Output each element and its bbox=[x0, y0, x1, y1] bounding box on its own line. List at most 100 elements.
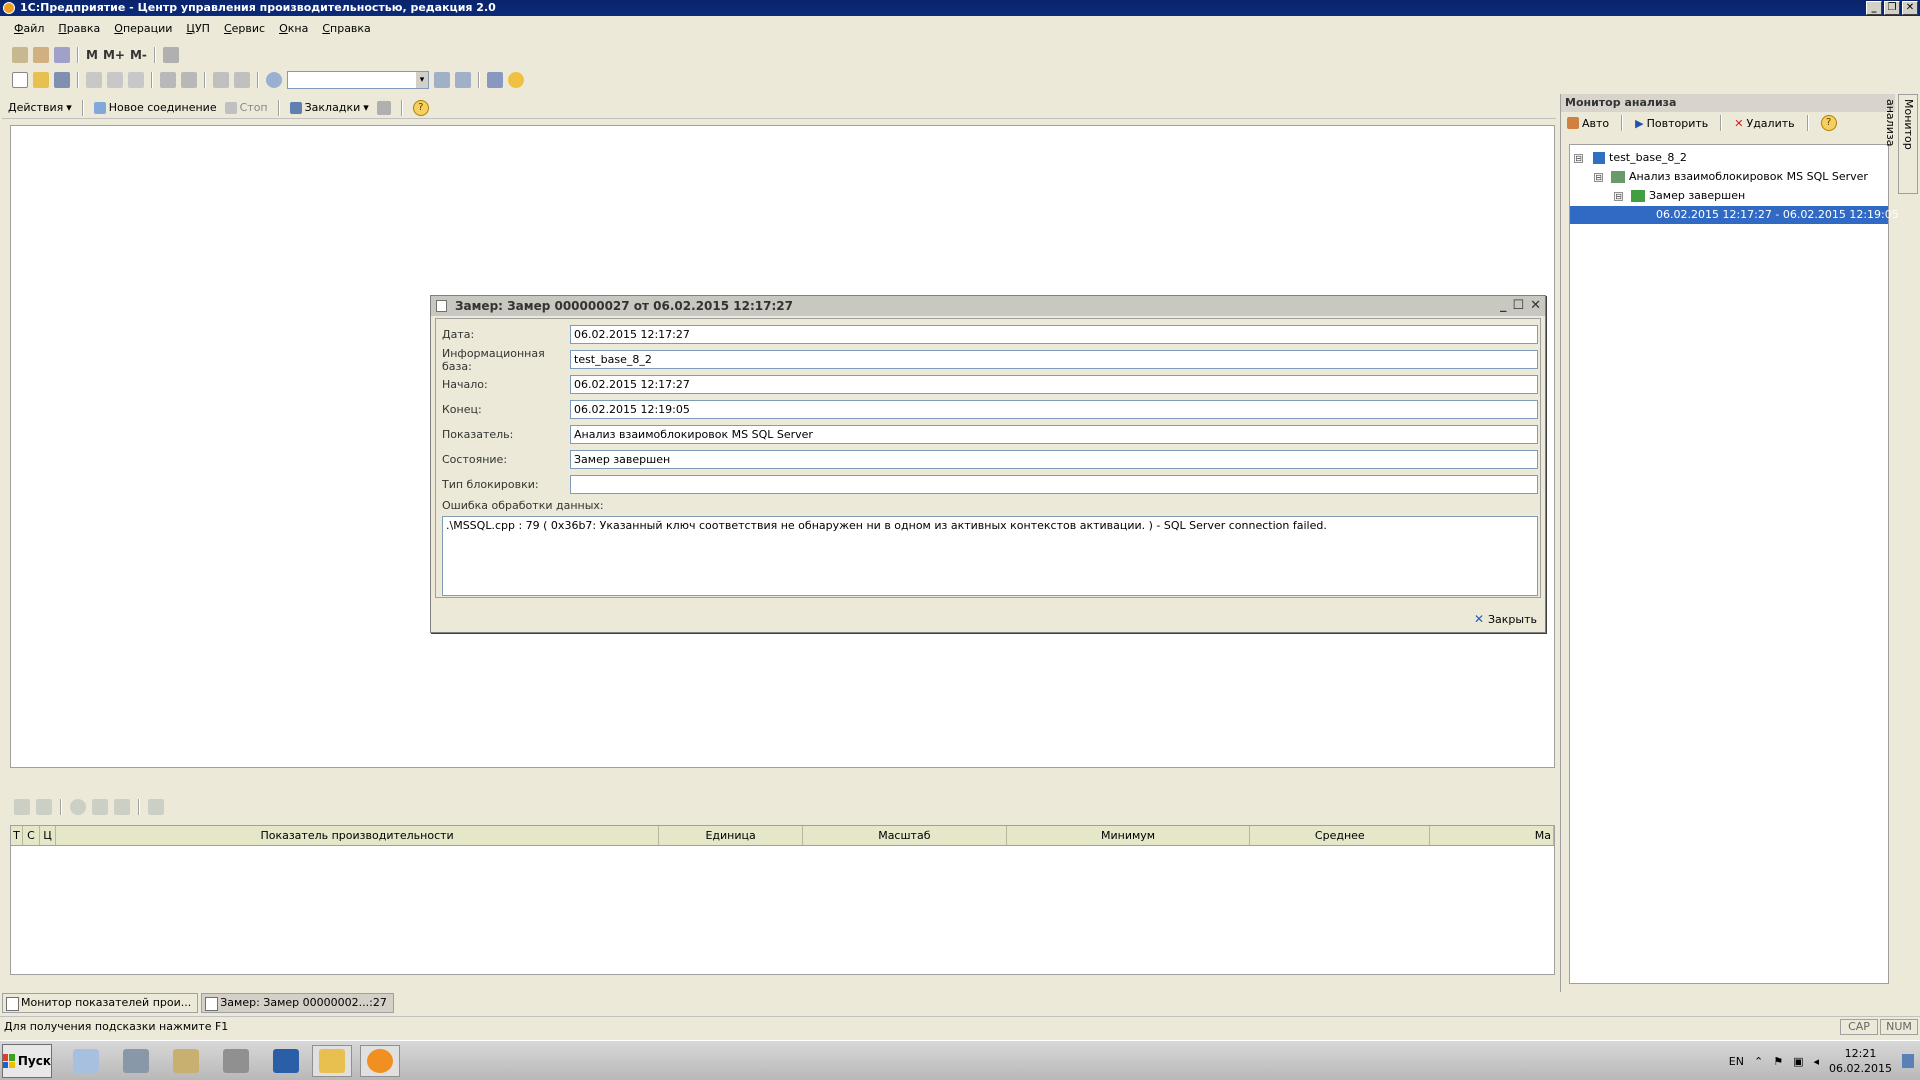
state-field[interactable]: Замер завершен bbox=[570, 450, 1538, 469]
find-prev-icon[interactable] bbox=[455, 72, 471, 88]
stop-label: Стоп bbox=[239, 101, 268, 114]
taskbar-explorer[interactable] bbox=[312, 1045, 352, 1077]
info-icon[interactable] bbox=[508, 72, 524, 88]
delete-icon[interactable] bbox=[92, 799, 108, 815]
new-connection-button[interactable]: Новое соединение bbox=[93, 101, 217, 114]
taskbar-server-manager[interactable] bbox=[116, 1045, 156, 1077]
start-button[interactable]: Пуск bbox=[2, 1044, 52, 1078]
lightbulb-icon[interactable] bbox=[148, 799, 164, 815]
date-field[interactable]: 06.02.2015 12:17:27 bbox=[570, 325, 1538, 344]
bookmarks-menu-button[interactable]: Закладки ▾ bbox=[289, 101, 369, 114]
flag-icon[interactable]: ⚑ bbox=[1773, 1055, 1783, 1068]
column-header-unit[interactable]: Единица bbox=[659, 826, 803, 845]
collapse-icon[interactable]: ⊟ bbox=[1614, 191, 1623, 201]
dialog-maximize-icon[interactable]: ☐ bbox=[1512, 296, 1524, 316]
column-header-scale[interactable]: Масштаб bbox=[803, 826, 1007, 845]
panel-help-icon[interactable]: ? bbox=[1820, 115, 1837, 131]
column-header-minimum[interactable]: Минимум bbox=[1007, 826, 1251, 845]
dialog-minimize-icon[interactable]: _ bbox=[1500, 296, 1507, 316]
memory-plus-button[interactable]: M+ bbox=[103, 48, 125, 62]
tree-node-infobase[interactable]: ⊟ test_base_8_2 bbox=[1574, 149, 1687, 167]
indicators-table[interactable]: Т С Ц Показатель производительности Един… bbox=[10, 825, 1555, 975]
save-icon[interactable] bbox=[54, 72, 70, 88]
menu-operations[interactable]: Операции bbox=[114, 20, 172, 38]
menu-service[interactable]: Сервис bbox=[224, 20, 265, 38]
add-indicator-icon[interactable] bbox=[14, 799, 30, 815]
start-field[interactable]: 06.02.2015 12:17:27 bbox=[570, 375, 1538, 394]
taskbar-tools[interactable] bbox=[166, 1045, 206, 1077]
side-tab-analysis-monitor[interactable]: Монитор анализа bbox=[1884, 94, 1918, 194]
table-icon[interactable] bbox=[12, 47, 28, 63]
search-input[interactable] bbox=[287, 71, 429, 89]
taskbar-calculator[interactable] bbox=[66, 1045, 106, 1077]
minimize-button[interactable]: _ bbox=[1866, 1, 1882, 15]
volume-icon[interactable]: ◂ bbox=[1813, 1055, 1819, 1068]
taskbar-1c[interactable] bbox=[360, 1045, 400, 1077]
tab-measurement[interactable]: Замер: Замер 00000002...:27 bbox=[201, 993, 394, 1013]
undo-icon[interactable] bbox=[213, 72, 229, 88]
error-text-area[interactable]: .\MSSQL.cpp : 79 ( 0x36b7: Указанный клю… bbox=[442, 516, 1538, 596]
cut-icon[interactable] bbox=[86, 72, 102, 88]
new-document-icon[interactable] bbox=[12, 72, 28, 88]
settings-icon[interactable] bbox=[376, 100, 391, 115]
memory-m-button[interactable]: M bbox=[86, 48, 98, 62]
end-field[interactable]: 06.02.2015 12:19:05 bbox=[570, 400, 1538, 419]
calendar-icon[interactable] bbox=[33, 47, 49, 63]
tab-performance-monitor[interactable]: Монитор показателей прои... bbox=[2, 993, 199, 1013]
show-desktop-icon[interactable] bbox=[1902, 1054, 1914, 1068]
tree-node-measurement[interactable]: 06.02.2015 12:17:27 - 06.02.2015 12:19:0… bbox=[1570, 206, 1899, 224]
column-header-c[interactable]: Ц bbox=[40, 826, 56, 845]
users-icon[interactable] bbox=[54, 47, 70, 63]
column-header-indicator[interactable]: Показатель производительности bbox=[56, 826, 660, 845]
taskbar-powershell[interactable] bbox=[266, 1045, 306, 1077]
restore-button[interactable]: ❐ bbox=[1884, 1, 1900, 15]
close-button[interactable]: ✕ Закрыть bbox=[1474, 612, 1537, 626]
menu-file[interactable]: Файл bbox=[14, 20, 44, 38]
column-header-t[interactable]: Т bbox=[11, 826, 23, 845]
stop-button[interactable]: Стоп bbox=[224, 101, 268, 114]
print-icon[interactable] bbox=[160, 72, 176, 88]
column-header-maximum[interactable]: Ма bbox=[1430, 826, 1554, 845]
lock-type-field[interactable] bbox=[570, 475, 1538, 494]
copy-icon[interactable] bbox=[107, 72, 123, 88]
collapse-icon[interactable]: ⊟ bbox=[1594, 172, 1603, 182]
copy-indicator-icon[interactable] bbox=[36, 799, 52, 815]
network-icon[interactable]: ▣ bbox=[1793, 1055, 1803, 1068]
auto-button[interactable]: Авто bbox=[1567, 117, 1609, 130]
actions-menu-button[interactable]: Действия ▾ bbox=[8, 101, 72, 114]
column-header-average[interactable]: Среднее bbox=[1250, 826, 1431, 845]
menu-help[interactable]: Справка bbox=[322, 20, 370, 38]
tree-node-status[interactable]: ⊟ Замер завершен bbox=[1614, 187, 1745, 205]
memory-minus-button[interactable]: M- bbox=[130, 48, 147, 62]
edit-icon[interactable] bbox=[114, 799, 130, 815]
analysis-tree[interactable]: ⊟ test_base_8_2 ⊟ Анализ взаимоблокирово… bbox=[1569, 144, 1899, 984]
taskbar-config[interactable] bbox=[216, 1045, 256, 1077]
infobase-field[interactable]: test_base_8_2 bbox=[570, 350, 1538, 369]
delete-button[interactable]: ✕ Удалить bbox=[1734, 117, 1794, 130]
column-header-s[interactable]: С bbox=[23, 826, 40, 845]
monitor-toolbar: Действия ▾ Новое соединение Стоп Закладки… bbox=[2, 97, 1556, 119]
windows-icon[interactable] bbox=[487, 72, 503, 88]
tree-node-analysis[interactable]: ⊟ Анализ взаимоблокировок MS SQL Server bbox=[1594, 168, 1868, 186]
plus-icon[interactable] bbox=[70, 799, 86, 815]
indicator-field[interactable]: Анализ взаимоблокировок MS SQL Server bbox=[570, 425, 1538, 444]
dialog-close-icon[interactable]: ✕ bbox=[1530, 296, 1541, 316]
language-indicator[interactable]: EN bbox=[1729, 1055, 1744, 1068]
find-next-icon[interactable] bbox=[434, 72, 450, 88]
help-icon[interactable]: ? bbox=[412, 99, 429, 116]
tools-icon[interactable] bbox=[162, 47, 179, 63]
menu-cup[interactable]: ЦУП bbox=[186, 20, 210, 38]
close-window-button[interactable]: ✕ bbox=[1902, 1, 1918, 15]
menu-windows[interactable]: Окна bbox=[279, 20, 308, 38]
dialog-title-bar[interactable]: Замер: Замер 000000027 от 06.02.2015 12:… bbox=[431, 296, 1545, 316]
print-preview-icon[interactable] bbox=[181, 72, 197, 88]
collapse-icon[interactable]: ⊟ bbox=[1574, 153, 1583, 163]
repeat-button[interactable]: ▶ Повторить bbox=[1635, 117, 1708, 130]
menu-edit[interactable]: Правка bbox=[58, 20, 100, 38]
open-folder-icon[interactable] bbox=[33, 72, 49, 88]
redo-icon[interactable] bbox=[234, 72, 250, 88]
paste-icon[interactable] bbox=[128, 72, 144, 88]
tray-expand-icon[interactable]: ⌃ bbox=[1754, 1055, 1763, 1068]
search-icon[interactable] bbox=[266, 72, 282, 88]
clock[interactable]: 12:21 06.02.2015 bbox=[1829, 1046, 1892, 1076]
